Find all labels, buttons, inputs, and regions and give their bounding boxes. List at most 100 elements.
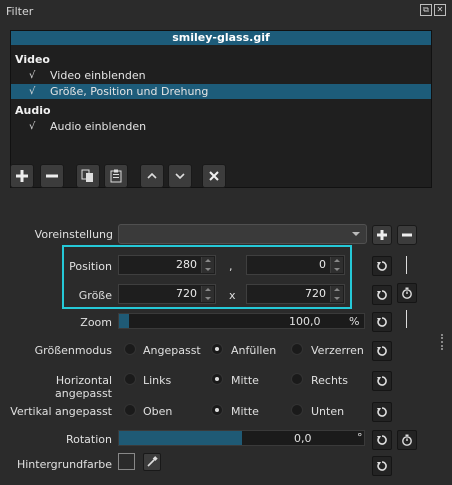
rotation-unit: ° xyxy=(357,431,363,444)
reset-h-fit-button[interactable] xyxy=(372,371,392,391)
checkbox[interactable]: √ xyxy=(29,68,35,83)
rotation-value: 0,0 xyxy=(294,432,312,445)
paste-icon xyxy=(110,169,122,183)
h-fit-radio-0[interactable] xyxy=(124,373,136,385)
remove-icon xyxy=(46,174,58,178)
chevron-down-icon xyxy=(175,173,185,180)
filter-label: Größe, Position und Drehung xyxy=(50,85,209,98)
position-y-value: 0 xyxy=(319,258,326,271)
add-preset-button[interactable] xyxy=(372,225,392,245)
size-label: Größe xyxy=(78,289,112,302)
position-x-input[interactable]: 280 xyxy=(118,255,216,275)
reset-v-fit-button[interactable] xyxy=(372,402,392,422)
reset-background-button[interactable] xyxy=(372,456,392,476)
resize-handle[interactable] xyxy=(441,334,445,350)
remove-preset-button[interactable] xyxy=(397,225,417,245)
copy-filter-button[interactable] xyxy=(76,164,100,188)
spin-arrows-icon[interactable] xyxy=(330,257,343,273)
close-icon xyxy=(209,171,219,181)
zoom-value: 100,0 xyxy=(289,315,321,328)
reset-position-button[interactable] xyxy=(372,256,392,276)
reset-rotation-button[interactable] xyxy=(372,430,392,450)
background-color-swatch[interactable] xyxy=(118,453,135,470)
add-icon xyxy=(377,230,387,240)
remove-icon xyxy=(402,233,412,237)
keyframe-line xyxy=(406,310,407,328)
window-title: Filter xyxy=(6,5,34,18)
reset-icon xyxy=(377,461,387,471)
rotation-fill xyxy=(119,431,242,445)
chevron-up-icon xyxy=(147,172,157,179)
size-w-value: 720 xyxy=(176,287,197,300)
reset-icon xyxy=(377,261,387,271)
spin-arrows-icon[interactable] xyxy=(330,286,343,302)
remove-filter-button[interactable] xyxy=(40,164,64,188)
rotation-label: Rotation xyxy=(65,433,112,446)
keyframe-stopwatch-button[interactable] xyxy=(397,283,417,303)
size-mode-option: Anfüllen xyxy=(231,344,277,357)
checkbox[interactable]: √ xyxy=(29,119,35,134)
filter-item-groesse-position[interactable]: √ Größe, Position und Drehung xyxy=(11,84,431,99)
add-filter-button[interactable] xyxy=(10,164,34,188)
v-fit-radio-1[interactable] xyxy=(211,404,223,416)
float-icon[interactable]: ⧉ xyxy=(420,4,432,16)
h-fit-radio-2[interactable] xyxy=(291,373,303,385)
size-mode-radio-1[interactable] xyxy=(211,343,223,355)
zoom-label: Zoom xyxy=(80,316,112,329)
v-fit-radio-2[interactable] xyxy=(291,404,303,416)
reset-icon xyxy=(377,317,387,327)
size-mode-radio-0[interactable] xyxy=(124,343,136,355)
reset-size-button[interactable] xyxy=(372,285,392,305)
size-h-input[interactable]: 720 xyxy=(246,284,345,304)
v-fit-radio-0[interactable] xyxy=(124,404,136,416)
zoom-fill xyxy=(119,314,129,328)
preset-combo[interactable] xyxy=(118,224,367,244)
h-fit-radio-1[interactable] xyxy=(211,373,223,385)
h-fit-option: Links xyxy=(143,374,172,387)
position-label: Position xyxy=(69,260,112,273)
v-fit-option: Mitte xyxy=(231,405,259,418)
reset-size-mode-button[interactable] xyxy=(372,341,392,361)
section-audio: Audio xyxy=(15,104,51,117)
move-down-button[interactable] xyxy=(168,164,192,188)
rotation-stopwatch-button[interactable] xyxy=(397,430,417,450)
rotation-slider[interactable]: 0,0 ° xyxy=(118,430,365,446)
preset-label: Voreinstellung xyxy=(34,228,113,241)
h-fit-option: Rechts xyxy=(311,374,348,387)
h-fit-label: Horizontal angepasst xyxy=(55,374,112,400)
zoom-unit: % xyxy=(349,315,360,328)
background-label: Hintergrundfarbe xyxy=(16,458,112,471)
section-video: Video xyxy=(15,53,50,66)
reset-icon xyxy=(377,346,387,356)
move-up-button[interactable] xyxy=(140,164,164,188)
v-fit-label: Vertikal angepasst xyxy=(10,405,112,418)
filter-label: Video einblenden xyxy=(50,69,146,82)
deselect-button[interactable] xyxy=(202,164,226,188)
reset-zoom-button[interactable] xyxy=(372,312,392,332)
color-picker-button[interactable] xyxy=(143,453,161,471)
position-separator: , xyxy=(229,260,233,273)
size-mode-label: Größenmodus xyxy=(34,344,112,357)
paste-filter-button[interactable] xyxy=(104,164,128,188)
size-w-input[interactable]: 720 xyxy=(118,284,216,304)
filter-item-audio-einblenden[interactable]: √ Audio einblenden xyxy=(11,119,431,134)
eyedropper-icon xyxy=(147,456,158,467)
position-x-value: 280 xyxy=(176,258,197,271)
reset-icon xyxy=(377,435,387,445)
size-mode-radio-2[interactable] xyxy=(291,343,303,355)
spin-arrows-icon[interactable] xyxy=(201,257,214,273)
reset-icon xyxy=(377,376,387,386)
spin-arrows-icon[interactable] xyxy=(201,286,214,302)
filter-item-video-einblenden[interactable]: √ Video einblenden xyxy=(11,68,431,83)
size-mode-option: Angepasst xyxy=(143,344,201,357)
zoom-slider[interactable]: 100,0 % xyxy=(118,313,365,329)
chevron-down-icon xyxy=(352,232,360,236)
checkbox[interactable]: √ xyxy=(29,84,35,99)
h-fit-option: Mitte xyxy=(231,374,259,387)
title-controls: ⧉ ✕ xyxy=(420,4,446,16)
keyframe-line xyxy=(406,256,407,274)
file-name: smiley-glass.gif xyxy=(11,31,431,45)
position-y-input[interactable]: 0 xyxy=(246,255,345,275)
close-icon[interactable]: ✕ xyxy=(434,4,446,16)
size-h-value: 720 xyxy=(305,287,326,300)
